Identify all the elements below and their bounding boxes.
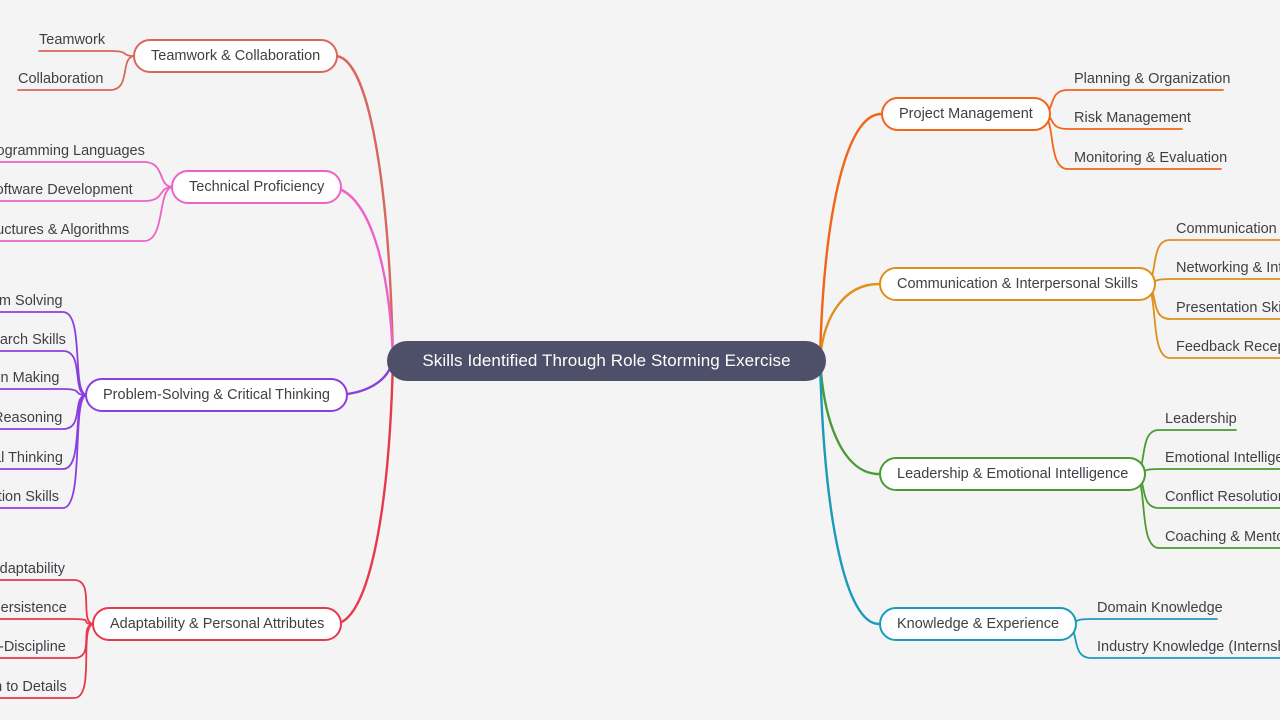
leaf-decision-making[interactable]: Decision Making: [0, 371, 59, 386]
leaf-problem-solving[interactable]: Problem Solving: [0, 294, 63, 309]
branch-node-adaptability-personal-attributes[interactable]: Adaptability & Personal Attributes: [92, 607, 343, 641]
branch-node-label: Technical Proficiency: [189, 179, 325, 195]
leaf-critical-thinking[interactable]: Critical Thinking: [0, 451, 63, 466]
leaf-domain-knowledge[interactable]: Domain Knowledge: [1097, 601, 1223, 616]
leaf-presentation-skills[interactable]: Presentation Skills: [1176, 301, 1280, 316]
branch-node-label: Project Management: [899, 106, 1033, 122]
branch-node-teamwork-collaboration[interactable]: Teamwork & Collaboration: [133, 39, 339, 73]
leaf-observation-skills[interactable]: Observation Skills: [0, 490, 59, 505]
leaf-conflict-resolution[interactable]: Conflict Resolution: [1165, 490, 1280, 505]
leaf-teamwork[interactable]: Teamwork: [39, 33, 105, 48]
branch-node-label: Leadership & Emotional Intelligence: [897, 466, 1129, 482]
root-node-label: Skills Identified Through Role Storming …: [422, 351, 791, 370]
leaf-planning-organization[interactable]: Planning & Organization: [1074, 72, 1230, 87]
mindmap-canvas: Skills Identified Through Role Storming …: [0, 0, 1280, 720]
leaf-emotional-intelligence[interactable]: Emotional Intelligence: [1165, 451, 1280, 466]
leaf-networking-interpersonal-skills[interactable]: Networking & Interpersonal Skills: [1176, 261, 1280, 276]
branch-node-technical-proficiency[interactable]: Technical Proficiency: [171, 170, 343, 204]
branch-node-communication-interpersonal-skills[interactable]: Communication & Interpersonal Skills: [879, 267, 1156, 301]
branch-node-label: Teamwork & Collaboration: [151, 48, 321, 64]
leaf-self-discipline[interactable]: Self-Discipline: [0, 640, 66, 655]
leaf-feedback-reception[interactable]: Feedback Reception: [1176, 340, 1280, 355]
leaf-data-structures-algorithms[interactable]: Data Structures & Algorithms: [0, 223, 129, 238]
leaf-programming-languages[interactable]: Programming Languages: [0, 144, 145, 159]
leaf-industry-knowledge-internship[interactable]: Industry Knowledge (Internship): [1097, 640, 1280, 655]
leaf-monitoring-evaluation[interactable]: Monitoring & Evaluation: [1074, 151, 1227, 166]
branch-node-label: Problem-Solving & Critical Thinking: [103, 387, 330, 403]
leaf-communication-skills[interactable]: Communication Skills: [1176, 222, 1280, 237]
root-node[interactable]: Skills Identified Through Role Storming …: [387, 341, 826, 381]
branch-node-knowledge-experience[interactable]: Knowledge & Experience: [879, 607, 1078, 641]
branch-node-project-management[interactable]: Project Management: [881, 97, 1051, 131]
leaf-attention-to-details[interactable]: Attention to Details: [0, 680, 67, 695]
leaf-software-development[interactable]: Software Development: [0, 183, 133, 198]
branch-node-leadership-emotional-intelligence[interactable]: Leadership & Emotional Intelligence: [879, 457, 1147, 491]
leaf-adaptability[interactable]: Adaptability: [0, 562, 65, 577]
leaf-coaching-mentoring[interactable]: Coaching & Mentoring: [1165, 530, 1280, 545]
leaf-logical-reasoning[interactable]: Logical Reasoning: [0, 411, 62, 426]
branch-node-problem-solving-critical-thinking[interactable]: Problem-Solving & Critical Thinking: [85, 378, 348, 412]
leaf-risk-management[interactable]: Risk Management: [1074, 111, 1191, 126]
branch-node-label: Adaptability & Personal Attributes: [110, 616, 325, 632]
leaf-persistence[interactable]: Persistence: [0, 601, 67, 616]
branch-node-label: Communication & Interpersonal Skills: [897, 276, 1138, 292]
leaf-leadership[interactable]: Leadership: [1165, 412, 1237, 427]
leaf-collaboration[interactable]: Collaboration: [18, 72, 103, 87]
leaf-research-skills[interactable]: Research Skills: [0, 333, 66, 348]
branch-node-label: Knowledge & Experience: [897, 616, 1060, 632]
